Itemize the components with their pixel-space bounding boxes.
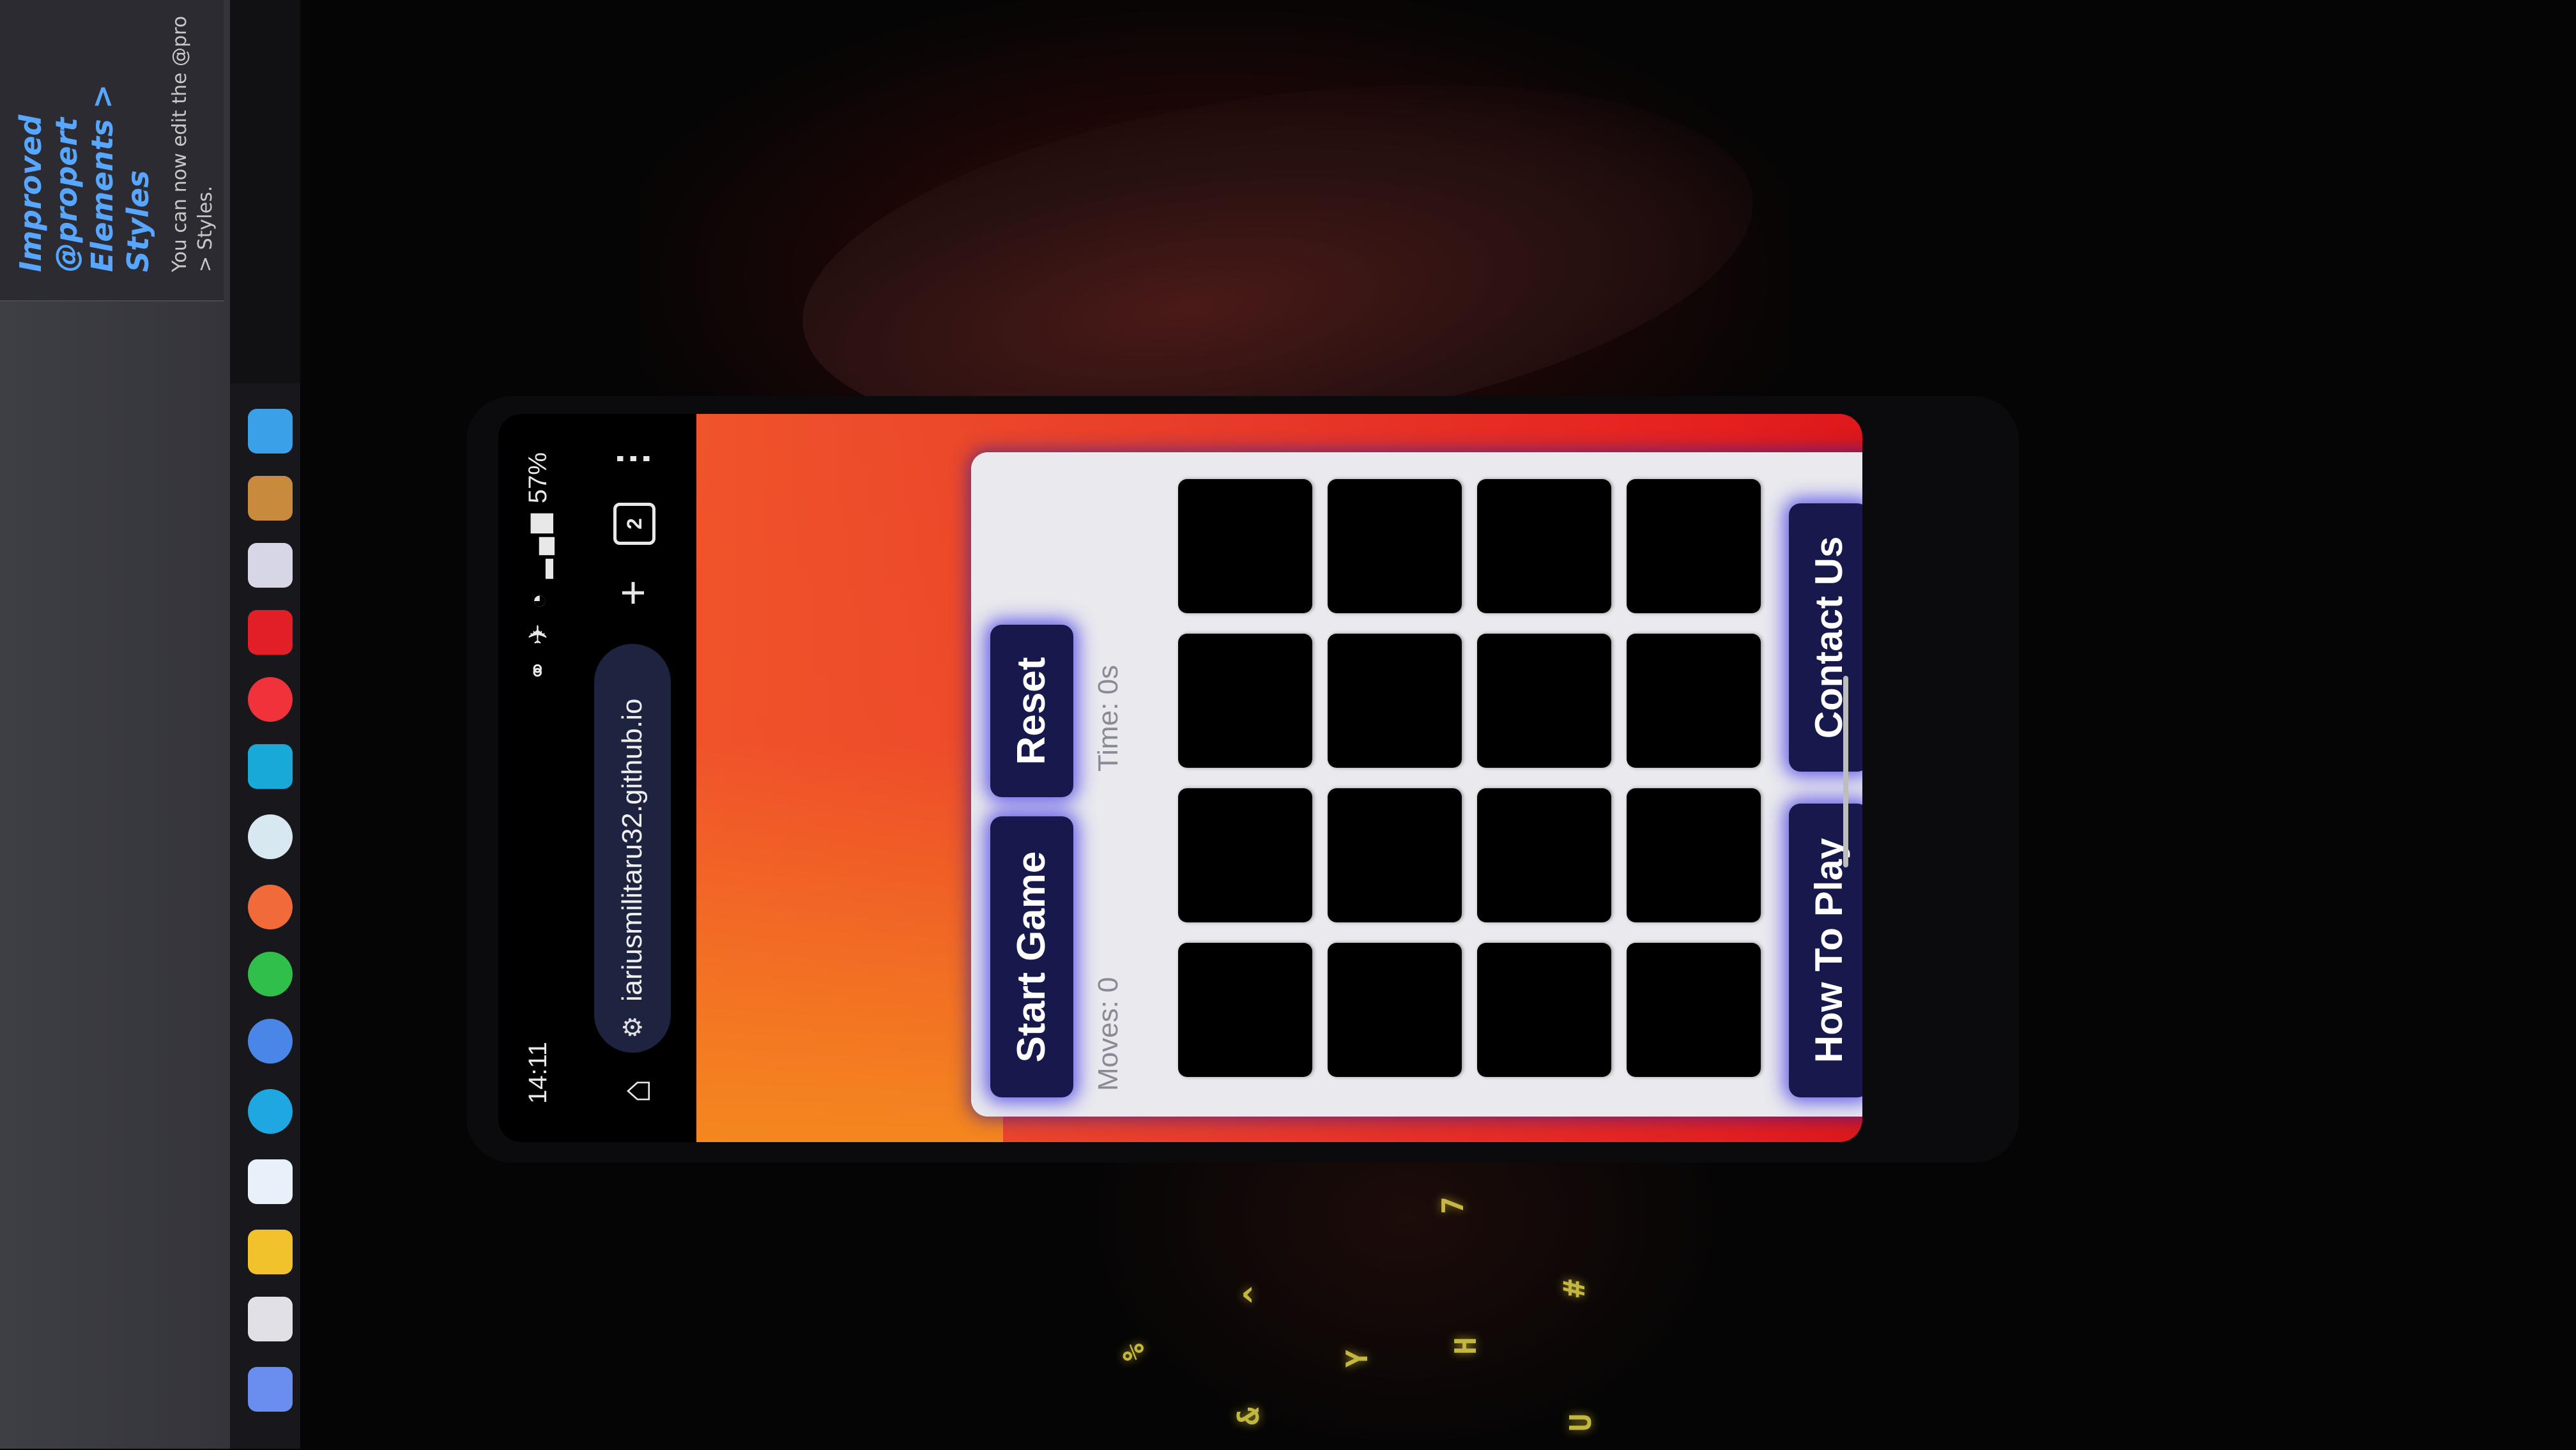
edge-icon[interactable] (248, 1089, 293, 1134)
file-explorer-icon[interactable] (248, 409, 293, 454)
memory-card-tile[interactable] (1328, 634, 1462, 768)
devtools-note: Improved @propert Elements > Styles You … (0, 0, 224, 287)
keyboard-backlight: Y (1339, 1350, 1374, 1368)
app-icon[interactable] (248, 476, 293, 521)
app-icon[interactable] (248, 1367, 293, 1412)
contact-us-button[interactable]: Contact Us (1789, 503, 1862, 772)
status-time: 14:11 (524, 1041, 552, 1104)
browser-toolbar: ⌂ ⚙iariusmilitaru32.github.io + 2 ⋮ (575, 414, 696, 1142)
memory-card-tile[interactable] (1328, 788, 1462, 922)
start-game-button[interactable]: Start Game (990, 816, 1073, 1097)
hand-lower-silhouette (1086, 1118, 1725, 1450)
site-settings-icon[interactable]: ⚙ (595, 1002, 671, 1053)
folder-icon[interactable] (248, 1230, 293, 1274)
memory-card-tile[interactable] (1477, 788, 1611, 922)
tab-switcher-icon[interactable]: 2 (613, 503, 656, 545)
gesture-navigation-bar[interactable] (1843, 676, 1848, 867)
memory-card-tile[interactable] (1477, 943, 1611, 1077)
app-icon[interactable] (248, 744, 293, 789)
home-icon[interactable]: ⌂ (610, 1065, 661, 1117)
keyboard-backlight: ^ (1237, 1286, 1272, 1304)
app-icon[interactable] (248, 1297, 293, 1341)
note-title: Improved @propert Elements > Styles (13, 84, 155, 272)
keyboard-backlight: H (1448, 1337, 1483, 1355)
chrome-icon[interactable] (248, 814, 293, 859)
memory-card-tile[interactable] (1178, 943, 1312, 1077)
page-gradient-overlay (696, 414, 1003, 1142)
phone-screen: 14:11 ⚭ ✈ ◔ ▂▄▆ 57% ⌂ ⚙iariusmilitaru32.… (498, 414, 1862, 1142)
keyboard-backlight: % (1116, 1343, 1151, 1361)
chrome-canary-icon[interactable] (248, 1019, 293, 1064)
status-bar: 14:11 ⚭ ✈ ◔ ▂▄▆ 57% (498, 414, 575, 1142)
keyboard-backlight: U (1563, 1414, 1598, 1431)
app-icon[interactable] (248, 610, 293, 655)
url-text: iariusmilitaru32.github.io (617, 698, 648, 1002)
whatsapp-icon[interactable] (248, 952, 293, 996)
add-tab-icon[interactable]: + (607, 567, 658, 618)
memory-card-tile[interactable] (1328, 479, 1462, 613)
memory-card-tile[interactable] (1627, 479, 1761, 613)
memory-card-tile[interactable] (1477, 479, 1611, 613)
keyboard-backlight: # (1556, 1279, 1591, 1297)
memory-card-tile[interactable] (1627, 943, 1761, 1077)
memory-game-card: Start Game Reset Moves: 0 Time: 0s How T… (971, 452, 1862, 1117)
memory-card-tile[interactable] (1627, 788, 1761, 922)
memory-card-tile[interactable] (1178, 788, 1312, 922)
address-bar[interactable]: ⚙iariusmilitaru32.github.io (594, 644, 671, 1053)
memory-card-tile[interactable] (1178, 479, 1312, 613)
youtube-icon[interactable] (248, 677, 293, 722)
status-icons: ⚭ ✈ ◔ ▂▄▆ (525, 510, 553, 682)
battery-level: 57% (524, 452, 552, 504)
web-page: Start Game Reset Moves: 0 Time: 0s How T… (696, 414, 1862, 1142)
app-icon[interactable] (248, 1159, 293, 1204)
keyboard-backlight: & (1230, 1407, 1266, 1425)
firefox-icon[interactable] (248, 885, 293, 929)
memory-card-tile[interactable] (1627, 634, 1761, 768)
memory-card-tile[interactable] (1328, 943, 1462, 1077)
how-to-play-button[interactable]: How To Play (1789, 804, 1862, 1097)
memory-card-tile[interactable] (1178, 634, 1312, 768)
overflow-menu-icon[interactable]: ⋮ (607, 439, 658, 478)
time-counter: Time: 0s (1092, 664, 1124, 772)
card-grid (1163, 459, 1776, 1097)
app-icon[interactable] (248, 543, 293, 588)
note-body: You can now edit the @pro > Styles. (169, 15, 217, 272)
background-monitor: Improved @propert Elements > Styles You … (0, 0, 300, 1449)
keyboard-backlight: 7 (1435, 1196, 1470, 1214)
devtools-whats-new-card: Improved @propert Elements > Styles You … (0, 0, 224, 301)
moves-counter: Moves: 0 (1092, 977, 1124, 1091)
memory-card-tile[interactable] (1477, 634, 1611, 768)
reset-button[interactable]: Reset (990, 625, 1073, 797)
